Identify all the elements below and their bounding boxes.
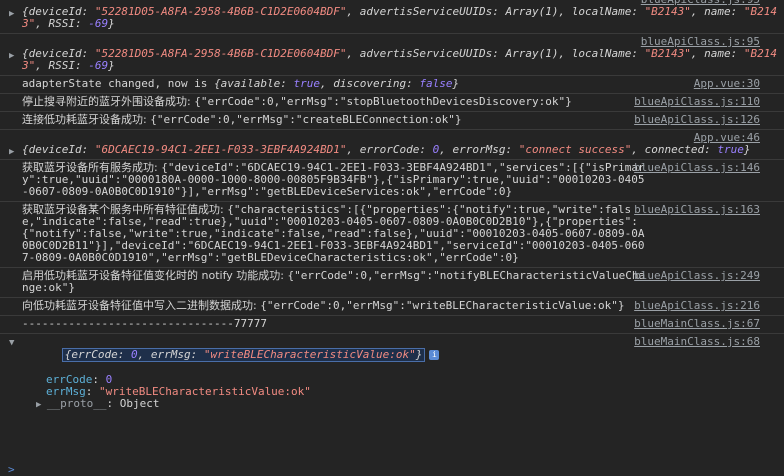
devtools-console: blueApiClass.js:95 ▶ {deviceId: "52281D05-…: [0, 0, 784, 414]
expand-triangle-icon[interactable]: ▶: [9, 50, 14, 62]
expand-triangle-icon[interactable]: ▶: [9, 146, 14, 158]
console-message: {deviceId: "6DCAEC19-94C1-2EE1-F033-3EBF…: [22, 144, 778, 156]
source-link[interactable]: App.vue:46: [694, 132, 760, 144]
source-link[interactable]: blueApiClass.js:146: [634, 162, 760, 174]
console-entry: blueApiClass.js:126 连接低功耗蓝牙设备成功: {"errCod…: [0, 112, 784, 130]
expand-triangle-icon[interactable]: ▶: [9, 8, 14, 20]
message-segment: false: [419, 77, 453, 90]
message-segment: }: [108, 17, 115, 30]
info-icon[interactable]: i: [429, 350, 440, 360]
collapse-triangle-icon[interactable]: ▼: [9, 337, 14, 349]
message-segment: , name:: [690, 47, 744, 60]
message-segment: -69: [88, 17, 109, 30]
source-link[interactable]: blueApiClass.js:110: [634, 96, 760, 108]
source-link[interactable]: blueApiClass.js:249: [634, 270, 760, 282]
console-entry: blueApiClass.js:95 ▶ {deviceId: "52281D05-…: [0, 0, 784, 34]
source-link[interactable]: blueApiClass.js:95: [641, 36, 760, 48]
console-entry: blueApiClass.js:110 停止搜寻附近的蓝牙外围设备成功: {"er…: [0, 94, 784, 112]
message-segment: , connected:: [631, 143, 718, 156]
message-segment: true: [293, 77, 321, 90]
message-segment: adapterState changed, now is: [22, 77, 215, 90]
message-segment: 连接低功耗蓝牙设备成功:: [22, 113, 151, 126]
message-segment: , errorCode:: [346, 143, 433, 156]
message-segment: , name:: [690, 5, 744, 18]
console-prompt-icon[interactable]: >: [8, 464, 15, 476]
message-segment: {available:: [214, 77, 294, 90]
object-property-proto[interactable]: ▶ __proto__: Object: [22, 398, 778, 411]
message-segment: }: [108, 59, 115, 72]
message-segment: 停止搜寻附近的蓝牙外围设备成功:: [22, 95, 195, 108]
message-segment: Array(1): [505, 5, 559, 18]
object-summary[interactable]: {errCode: 0, errMsg: "writeBLECharacteri…: [61, 348, 426, 362]
expand-triangle-icon[interactable]: ▶: [36, 400, 47, 410]
source-link[interactable]: blueMainClass.js:68: [634, 336, 760, 348]
console-entry: blueApiClass.js:146 获取蓝牙设备所有服务成功: {"devic…: [0, 160, 784, 202]
message-segment: "B2143": [644, 47, 691, 60]
message-segment: Array(1): [505, 47, 559, 60]
console-message: adapterState changed, now is {available:…: [22, 78, 778, 90]
message-segment: {"errCode":0,"errMsg":"stopBluetoothDevi…: [194, 95, 572, 108]
source-link[interactable]: App.vue:30: [694, 78, 760, 90]
message-segment: "52281D05-A8FA-2958-4B6B-C1D2E0604BDF": [94, 47, 347, 60]
message-segment: deviceId:: [28, 143, 95, 156]
console-entry-expanded-object: blueMainClass.js:68 ▼ {errCode: 0, errMs…: [0, 334, 784, 414]
console-entry: App.vue:30 adapterState changed, now is {…: [0, 76, 784, 94]
source-link[interactable]: blueApiClass.js:126: [634, 114, 760, 126]
source-link[interactable]: blueApiClass.js:95: [641, 0, 760, 6]
message-segment: }: [743, 143, 751, 156]
console-entry: blueMainClass.js:67 ---------------------…: [0, 316, 784, 334]
message-segment: "B2143": [644, 5, 691, 18]
message-segment: "connect success": [518, 143, 632, 156]
console-log-list: blueApiClass.js:95 ▶ {deviceId: "52281D05-…: [0, 0, 784, 334]
message-segment: , localName:: [558, 5, 645, 18]
message-segment: , errorMsg:: [439, 143, 519, 156]
message-segment: {: [22, 143, 29, 156]
message-segment: , RSSI:: [35, 17, 89, 30]
console-message: {deviceId: "52281D05-A8FA-2958-4B6B-C1D2…: [22, 48, 778, 72]
source-link[interactable]: blueMainClass.js:67: [634, 318, 760, 330]
message-segment: {"errCode":0,"errMsg":"createBLEConnecti…: [150, 113, 462, 126]
message-segment: , advertisServiceUUIDs:: [346, 47, 506, 60]
message-segment: {"errCode":0,"errMsg":"writeBLECharacter…: [260, 299, 625, 312]
message-segment: "6DCAEC19-94C1-2EE1-F033-3EBF4A924BD1": [94, 143, 347, 156]
console-entry: blueApiClass.js:163 获取蓝牙设备某个服务中所有特征值成功: {…: [0, 202, 784, 268]
message-segment: , advertisServiceUUIDs:: [346, 5, 506, 18]
console-entry: blueApiClass.js:249 启用低功耗蓝牙设备特征值变化时的 noti…: [0, 268, 784, 298]
message-segment: , localName:: [558, 47, 645, 60]
message-segment: , discovering:: [320, 77, 420, 90]
message-segment: -69: [88, 59, 109, 72]
console-entry: blueApiClass.js:95 ▶ {deviceId: "52281D05-…: [0, 34, 784, 76]
console-message: {deviceId: "52281D05-A8FA-2958-4B6B-C1D2…: [22, 6, 778, 30]
console-entry: blueApiClass.js:216 向低功耗蓝牙设备特征值中写入二进制数据成功…: [0, 298, 784, 316]
source-link[interactable]: blueApiClass.js:163: [634, 204, 760, 216]
message-segment: 向低功耗蓝牙设备特征值中写入二进制数据成功:: [22, 299, 261, 312]
console-entry: App.vue:46 ▶ {deviceId: "6DCAEC19-94C1-2EE…: [0, 130, 784, 160]
message-segment: true: [717, 143, 744, 156]
message-segment: "52281D05-A8FA-2958-4B6B-C1D2E0604BDF": [94, 5, 347, 18]
message-segment: --------------------------------77777: [22, 317, 268, 330]
source-link[interactable]: blueApiClass.js:216: [634, 300, 760, 312]
message-segment: }: [452, 77, 460, 90]
message-segment: , RSSI:: [35, 59, 89, 72]
